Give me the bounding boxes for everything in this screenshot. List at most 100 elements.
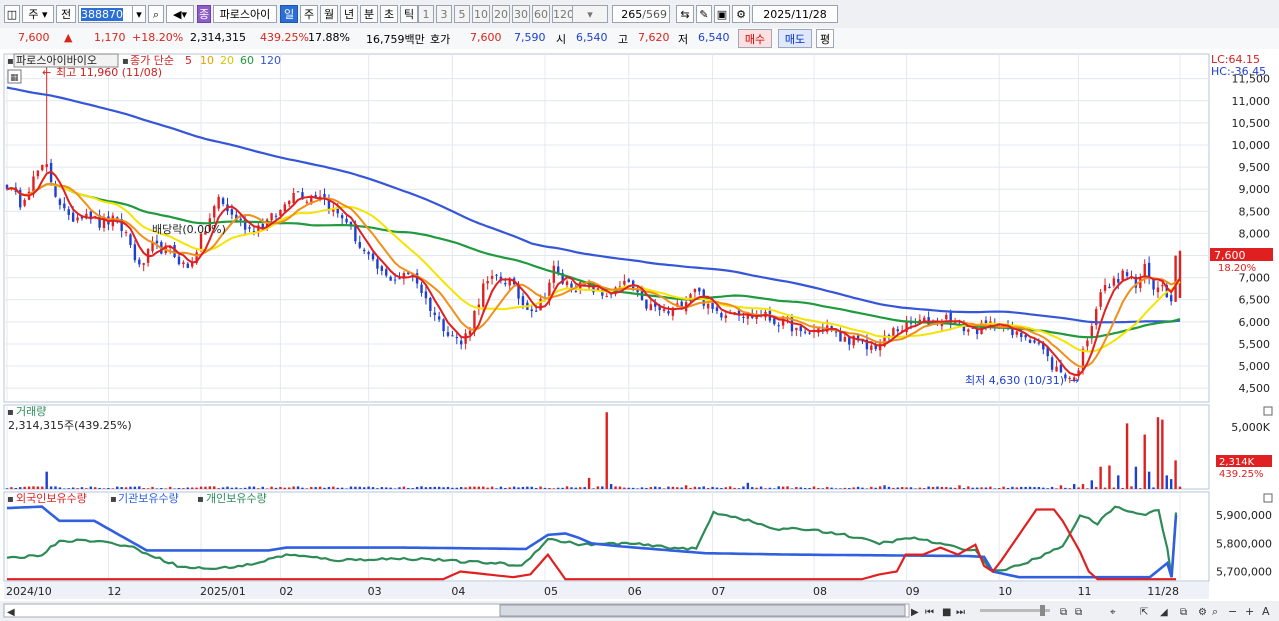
search-icon[interactable]: ⌕: [148, 5, 164, 23]
volume-bar: [848, 488, 851, 489]
volume-bar: [477, 486, 481, 489]
tool-icon[interactable]: ⌖: [1110, 607, 1116, 618]
font-size-icon[interactable]: A: [1262, 605, 1270, 618]
tab-period-3[interactable]: 년: [340, 5, 358, 23]
tab-interval-2[interactable]: 5: [454, 5, 470, 23]
volume-bar: [618, 486, 622, 489]
candle-body: [945, 314, 948, 320]
volume-bar: [900, 487, 904, 489]
zoom-slider-handle[interactable]: [1040, 605, 1045, 616]
volume-bar: [654, 486, 657, 489]
candle-body: [530, 309, 533, 312]
first-page-icon[interactable]: ⏮: [925, 607, 934, 618]
volume-bar: [367, 486, 370, 489]
tab-interval-6[interactable]: 60: [532, 5, 550, 23]
volume-bar: [530, 486, 533, 489]
tab-interval-7[interactable]: 120: [552, 5, 574, 23]
cursor-icon[interactable]: ⇱: [1140, 607, 1148, 618]
volume-bar: [345, 488, 348, 489]
candle-body: [292, 193, 295, 204]
market-label: 주: [28, 8, 39, 21]
stock-name[interactable]: 파로스아이: [213, 5, 277, 23]
volume-bar: [1143, 434, 1146, 489]
code-prefix[interactable]: 전: [56, 5, 76, 23]
buy-button[interactable]: 매수: [738, 29, 772, 48]
volume-bar: [1134, 466, 1138, 489]
volume-bar: [751, 487, 754, 489]
tab-interval-4[interactable]: 20: [492, 5, 510, 23]
tool-icon[interactable]: ◢: [1160, 607, 1168, 618]
tab-period-4[interactable]: 분: [360, 5, 378, 23]
search-icon[interactable]: ⌕: [1212, 605, 1218, 618]
stop-icon[interactable]: ■: [942, 607, 951, 618]
code-dropdown-chevron-icon[interactable]: ▾: [132, 5, 146, 23]
tab-interval-5[interactable]: 30: [512, 5, 530, 23]
volume-bar: [102, 488, 106, 489]
volume-bar: [684, 485, 688, 489]
volume-bar: [107, 488, 110, 489]
tool-icon[interactable]: ⧉: [1075, 607, 1082, 618]
volume-bar: [865, 488, 869, 489]
interval-select[interactable]: ▾: [572, 5, 608, 23]
volume-bar: [1178, 486, 1182, 489]
volume-bar: [1033, 487, 1036, 489]
stock-code-input[interactable]: 388870: [78, 5, 136, 23]
draw-tool-icon[interactable]: ✎: [696, 5, 712, 23]
eval-button[interactable]: 평: [816, 29, 834, 48]
date-input[interactable]: 2025/11/28: [752, 5, 838, 23]
page-counter[interactable]: 265/569: [612, 5, 670, 23]
scroll-right-icon[interactable]: ▶: [911, 607, 919, 618]
gear-icon[interactable]: ⚙: [732, 5, 750, 23]
layout-icon[interactable]: ◫: [4, 5, 20, 23]
volume-bar: [1055, 488, 1058, 489]
volume-tick-label: 5,000K: [1231, 421, 1270, 434]
volume-bar: [539, 486, 542, 489]
volume-bar: [235, 487, 238, 489]
tab-interval-0[interactable]: 1: [418, 5, 434, 23]
save-icon[interactable]: ▣: [714, 5, 730, 23]
tab-interval-1[interactable]: 3: [436, 5, 452, 23]
scroll-left-icon[interactable]: ◀: [7, 607, 15, 618]
candle-body: [777, 325, 780, 327]
volume-bar: [1002, 486, 1005, 489]
volume-bar: [93, 487, 97, 489]
volume: 2,314,315: [190, 31, 246, 44]
volume-bar: [1139, 488, 1142, 489]
volume-bar: [14, 487, 18, 489]
tab-period-5[interactable]: 초: [380, 5, 398, 23]
panel-close-icon[interactable]: [1263, 493, 1273, 503]
scrollbar-thumb[interactable]: [499, 604, 906, 617]
low-label: 저: [678, 33, 689, 46]
volume-bar: [208, 486, 212, 489]
gear-icon[interactable]: ⚙: [1198, 607, 1207, 618]
candle-body: [605, 295, 608, 297]
tab-period-2[interactable]: 월: [320, 5, 338, 23]
zoom-in-icon[interactable]: +: [1245, 605, 1254, 618]
tab-interval-3[interactable]: 10: [472, 5, 490, 23]
candle-body: [1112, 278, 1116, 286]
chart-area[interactable]: 4,5005,0005,5006,0006,5007,0007,5008,000…: [0, 49, 1279, 621]
tab-period-0[interactable]: 일: [280, 5, 298, 23]
last-page-icon[interactable]: ⏭: [956, 607, 965, 618]
holding-tick-label: 5,800,000: [1216, 537, 1272, 550]
market-select[interactable]: 주 ▾: [22, 5, 54, 23]
candle-body: [385, 269, 388, 276]
tab-period-1[interactable]: 주: [300, 5, 318, 23]
zoom-slider[interactable]: [980, 609, 1050, 612]
volume-bar: [1165, 475, 1168, 489]
zoom-icon[interactable]: ⇆: [676, 5, 694, 23]
sell-button[interactable]: 매도: [778, 29, 812, 48]
sound-icon[interactable]: ◀▾: [166, 5, 194, 23]
volume-bar: [565, 486, 569, 489]
tab-period-6[interactable]: 틱: [400, 5, 418, 23]
candle-body: [182, 262, 185, 265]
candle-body: [1117, 279, 1120, 283]
volume-bar: [1108, 465, 1111, 489]
volume-bar: [1117, 475, 1120, 489]
volume-bar: [155, 488, 159, 489]
tool-icon[interactable]: ⧉: [1060, 607, 1067, 618]
volume-bar: [755, 487, 758, 489]
panel-close-icon[interactable]: [1263, 406, 1273, 416]
zoom-out-icon[interactable]: −: [1228, 605, 1237, 618]
tool-icon[interactable]: ⧉: [1180, 607, 1187, 618]
